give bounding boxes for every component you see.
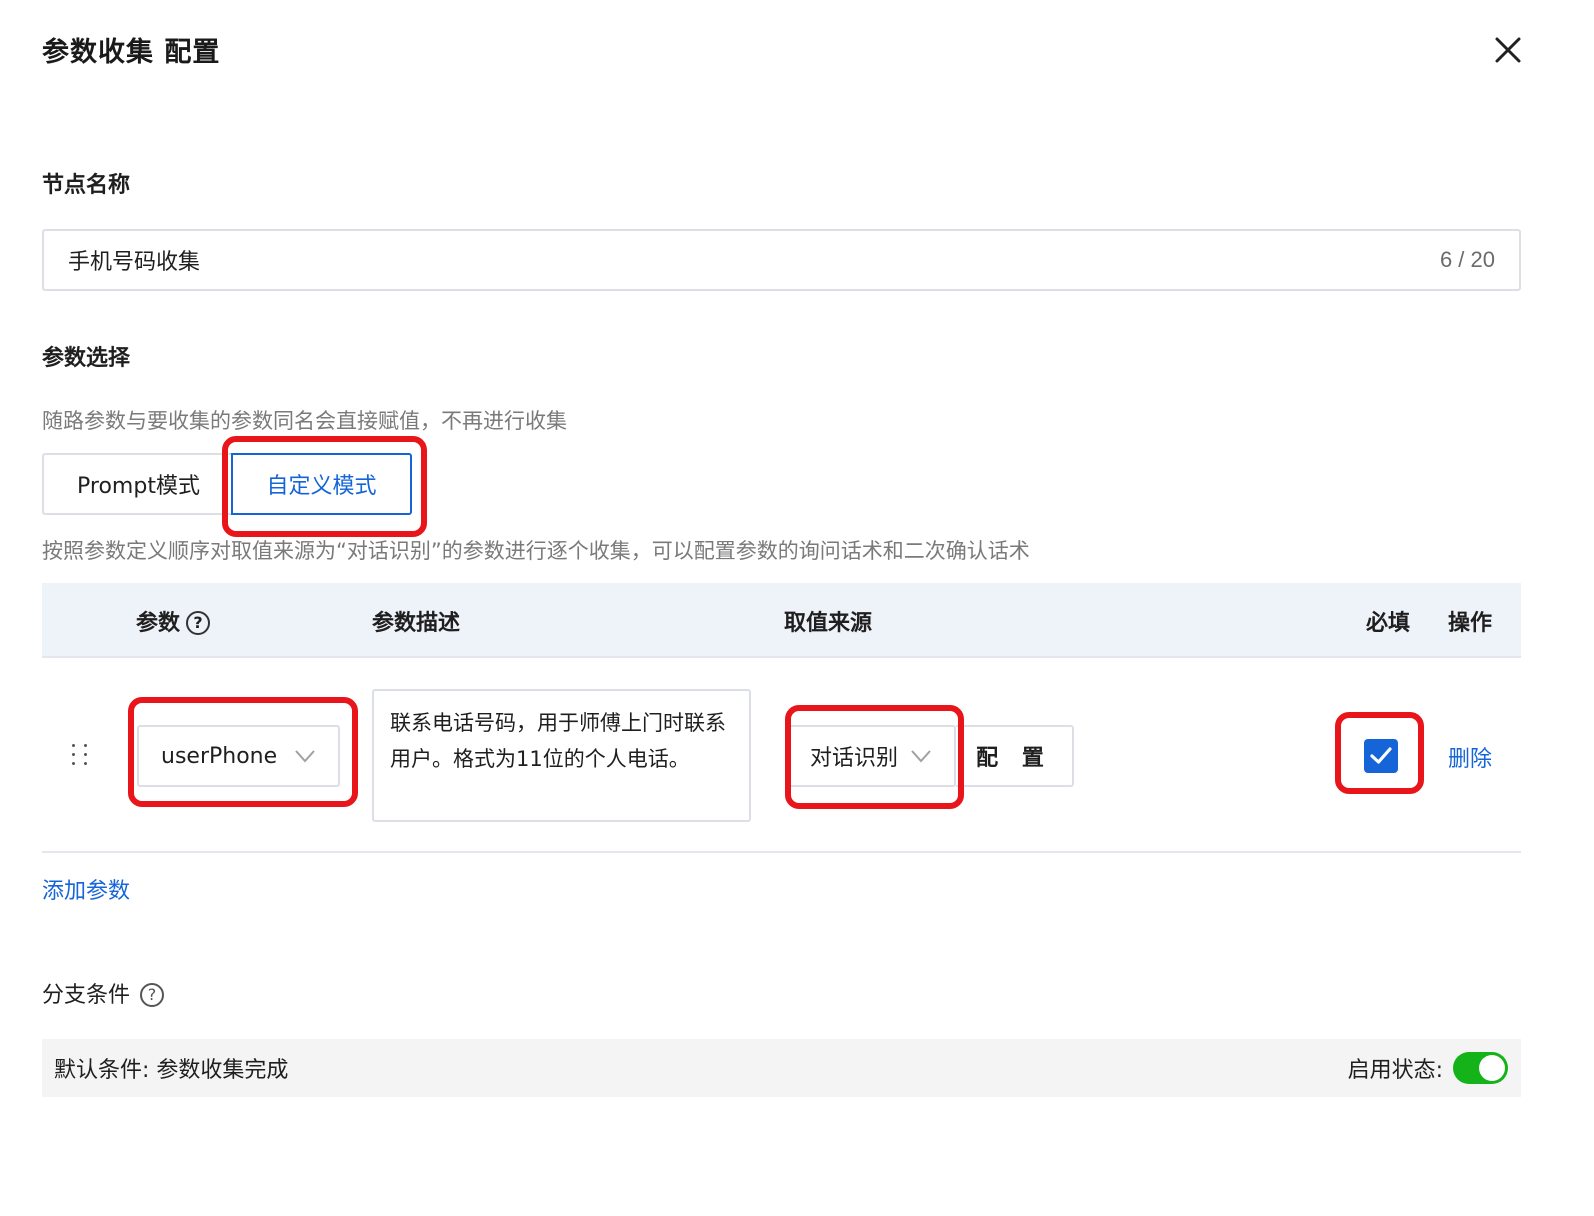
default-branch-row: 默认条件: 参数收集完成 启用状态: [42,1039,1521,1097]
check-icon [1370,747,1392,764]
param-description-field[interactable]: 联系电话号码，用于师傅上门时联系用户。格式为11位的个人电话。 [372,689,751,822]
header-param-label: 参数 [136,611,181,636]
config-button[interactable]: 配 置 [956,725,1074,787]
mode-custom-button[interactable]: 自定义模式 [231,453,412,515]
enable-toggle[interactable] [1453,1052,1508,1084]
header-description: 参数描述 [372,611,461,636]
param-select-value: userPhone [161,743,278,769]
node-name-field[interactable]: 6 / 20 [42,229,1521,291]
header-action: 操作 [1448,611,1493,636]
default-condition: 默认条件: 参数收集完成 [54,1058,289,1083]
mode-prompt-button[interactable]: Prompt模式 [42,453,233,515]
source-select-value: 对话识别 [810,746,899,771]
chevron-down-icon [911,750,931,763]
source-select[interactable]: 对话识别 [786,725,956,787]
toggle-knob [1479,1055,1505,1081]
chevron-down-icon [295,750,315,763]
branch-label: 分支条件 [42,983,131,1008]
header-required: 必填 [1366,611,1411,636]
table-header: 参数? 参数描述 取值来源 必填 操作 [42,583,1521,658]
status-label: 启用状态: [1347,1058,1443,1083]
mode-hint: 按照参数定义顺序对取值来源为“对话识别”的参数进行逐个收集，可以配置参数的询问话… [42,539,1030,563]
help-icon[interactable]: ? [186,611,211,635]
param-select-label: 参数选择 [42,346,131,371]
param-select-hint: 随路参数与要收集的参数同名会直接赋值，不再进行收集 [42,409,567,433]
add-param-link[interactable]: 添加参数 [42,873,130,905]
delete-link[interactable]: 删除 [1448,741,1492,773]
required-checkbox[interactable] [1364,739,1398,773]
header-param: 参数? [136,605,211,637]
char-counter: 6 / 20 [1439,247,1495,272]
header-source: 取值来源 [784,611,873,636]
panel-title: 参数收集 配置 [42,37,221,68]
param-select[interactable]: userPhone [137,725,340,787]
help-icon[interactable]: ? [140,983,165,1007]
branch-label-wrap: 分支条件? [42,977,165,1009]
drag-handle-icon[interactable] [72,744,90,768]
row-divider [42,851,1521,853]
close-icon[interactable] [1490,32,1526,68]
node-name-label: 节点名称 [42,173,131,198]
node-name-input[interactable] [68,247,1440,273]
